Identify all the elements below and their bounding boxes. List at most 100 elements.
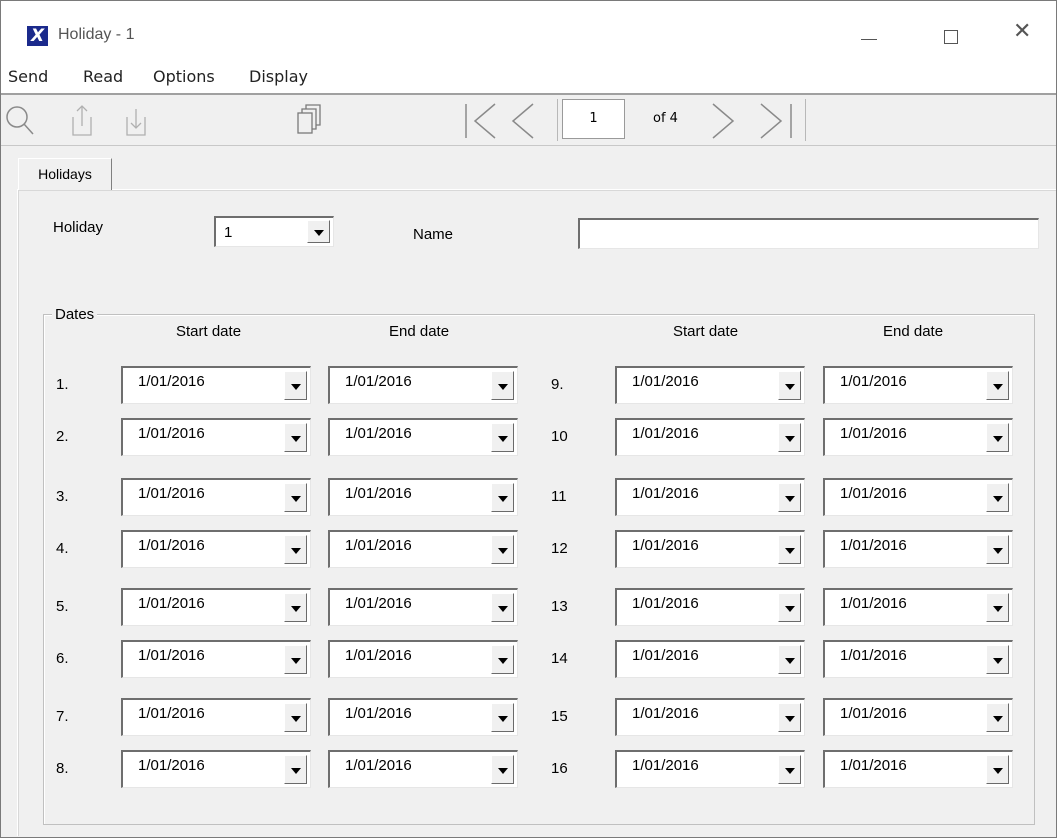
- menu-bar: Send Read Options Display: [1, 61, 1056, 95]
- end-date-picker[interactable]: 1/01/2016: [328, 640, 518, 678]
- name-label: Name: [413, 226, 454, 243]
- start-date-picker[interactable]: 1/01/2016: [615, 750, 805, 788]
- tab-holidays[interactable]: Holidays: [18, 158, 112, 190]
- dropdown-button[interactable]: [778, 703, 801, 732]
- end-date-picker[interactable]: 1/01/2016: [328, 530, 518, 568]
- chevron-down-icon: [993, 768, 1003, 774]
- next-page-icon[interactable]: [709, 103, 737, 139]
- dropdown-button[interactable]: [284, 593, 307, 622]
- end-date-picker[interactable]: 1/01/2016: [823, 750, 1013, 788]
- dropdown-button[interactable]: [284, 483, 307, 512]
- start-date-picker[interactable]: 1/01/2016: [615, 478, 805, 516]
- row-number: 15: [551, 708, 568, 725]
- dropdown-button[interactable]: [491, 535, 514, 564]
- end-date-picker[interactable]: 1/01/2016: [823, 366, 1013, 404]
- end-date-picker[interactable]: 1/01/2016: [328, 750, 518, 788]
- end-date-picker-value: 1/01/2016: [345, 425, 412, 442]
- start-date-picker[interactable]: 1/01/2016: [121, 366, 311, 404]
- previous-page-icon[interactable]: [509, 103, 537, 139]
- end-date-picker[interactable]: 1/01/2016: [823, 640, 1013, 678]
- dropdown-button[interactable]: [986, 703, 1009, 732]
- dropdown-button[interactable]: [778, 535, 801, 564]
- start-date-picker[interactable]: 1/01/2016: [121, 530, 311, 568]
- dropdown-button[interactable]: [986, 483, 1009, 512]
- end-date-header: End date: [389, 323, 450, 340]
- dropdown-button[interactable]: [491, 423, 514, 452]
- copy-icon[interactable]: [295, 103, 321, 137]
- dropdown-button[interactable]: [986, 645, 1009, 674]
- maximize-button[interactable]: [929, 15, 975, 61]
- end-date-picker[interactable]: 1/01/2016: [328, 478, 518, 516]
- end-date-picker[interactable]: 1/01/2016: [823, 588, 1013, 626]
- download-icon[interactable]: [123, 103, 149, 137]
- chevron-down-icon: [498, 436, 508, 442]
- start-date-picker[interactable]: 1/01/2016: [121, 698, 311, 736]
- dropdown-button[interactable]: [284, 645, 307, 674]
- last-page-icon[interactable]: [757, 103, 795, 139]
- dropdown-button[interactable]: [284, 371, 307, 400]
- end-date-picker[interactable]: 1/01/2016: [328, 366, 518, 404]
- start-date-picker[interactable]: 1/01/2016: [121, 418, 311, 456]
- start-date-picker[interactable]: 1/01/2016: [121, 640, 311, 678]
- end-date-picker-value: 1/01/2016: [345, 595, 412, 612]
- end-date-picker[interactable]: 1/01/2016: [823, 478, 1013, 516]
- start-date-picker-value: 1/01/2016: [632, 537, 699, 554]
- dropdown-button[interactable]: [284, 755, 307, 784]
- menu-read[interactable]: Read: [83, 67, 123, 86]
- dropdown-button[interactable]: [284, 703, 307, 732]
- menu-send[interactable]: Send: [8, 67, 48, 86]
- dropdown-button[interactable]: [491, 593, 514, 622]
- dropdown-button[interactable]: [778, 371, 801, 400]
- menu-display[interactable]: Display: [249, 67, 308, 86]
- dropdown-button[interactable]: [778, 593, 801, 622]
- dropdown-button[interactable]: [778, 755, 801, 784]
- row-number: 5.: [56, 598, 69, 615]
- dropdown-button[interactable]: [986, 371, 1009, 400]
- search-icon[interactable]: [5, 103, 35, 137]
- end-date-picker[interactable]: 1/01/2016: [823, 418, 1013, 456]
- start-date-picker[interactable]: 1/01/2016: [615, 698, 805, 736]
- minimize-button[interactable]: [847, 15, 893, 61]
- dropdown-button[interactable]: [307, 220, 330, 243]
- dropdown-button[interactable]: [491, 483, 514, 512]
- page-number-input[interactable]: 1: [562, 99, 625, 139]
- dropdown-button[interactable]: [491, 703, 514, 732]
- dropdown-button[interactable]: [284, 423, 307, 452]
- dropdown-button[interactable]: [778, 645, 801, 674]
- start-date-picker[interactable]: 1/01/2016: [121, 478, 311, 516]
- start-date-picker[interactable]: 1/01/2016: [615, 366, 805, 404]
- dropdown-button[interactable]: [986, 535, 1009, 564]
- start-date-picker[interactable]: 1/01/2016: [615, 418, 805, 456]
- dropdown-button[interactable]: [284, 535, 307, 564]
- upload-icon[interactable]: [69, 103, 95, 137]
- chevron-down-icon: [993, 716, 1003, 722]
- end-date-picker-value: 1/01/2016: [840, 537, 907, 554]
- dropdown-button[interactable]: [491, 371, 514, 400]
- chevron-down-icon: [993, 384, 1003, 390]
- name-field[interactable]: [578, 218, 1039, 249]
- end-date-picker[interactable]: 1/01/2016: [328, 418, 518, 456]
- dropdown-button[interactable]: [986, 593, 1009, 622]
- end-date-picker[interactable]: 1/01/2016: [328, 588, 518, 626]
- dropdown-button[interactable]: [491, 755, 514, 784]
- end-date-picker[interactable]: 1/01/2016: [823, 698, 1013, 736]
- row-number: 1.: [56, 376, 69, 393]
- end-date-picker[interactable]: 1/01/2016: [328, 698, 518, 736]
- start-date-picker[interactable]: 1/01/2016: [615, 640, 805, 678]
- menu-options[interactable]: Options: [153, 67, 215, 86]
- title-bar[interactable]: X Holiday - 1 ✕: [1, 1, 1056, 61]
- dropdown-button[interactable]: [491, 645, 514, 674]
- close-button[interactable]: ✕: [1001, 15, 1047, 61]
- start-date-picker[interactable]: 1/01/2016: [121, 588, 311, 626]
- start-date-picker[interactable]: 1/01/2016: [615, 588, 805, 626]
- start-date-header: Start date: [673, 323, 739, 340]
- dropdown-button[interactable]: [778, 483, 801, 512]
- first-page-icon[interactable]: [463, 103, 499, 139]
- dropdown-button[interactable]: [986, 423, 1009, 452]
- holiday-select[interactable]: 1: [214, 216, 334, 247]
- end-date-picker[interactable]: 1/01/2016: [823, 530, 1013, 568]
- dropdown-button[interactable]: [778, 423, 801, 452]
- start-date-picker[interactable]: 1/01/2016: [121, 750, 311, 788]
- dropdown-button[interactable]: [986, 755, 1009, 784]
- start-date-picker[interactable]: 1/01/2016: [615, 530, 805, 568]
